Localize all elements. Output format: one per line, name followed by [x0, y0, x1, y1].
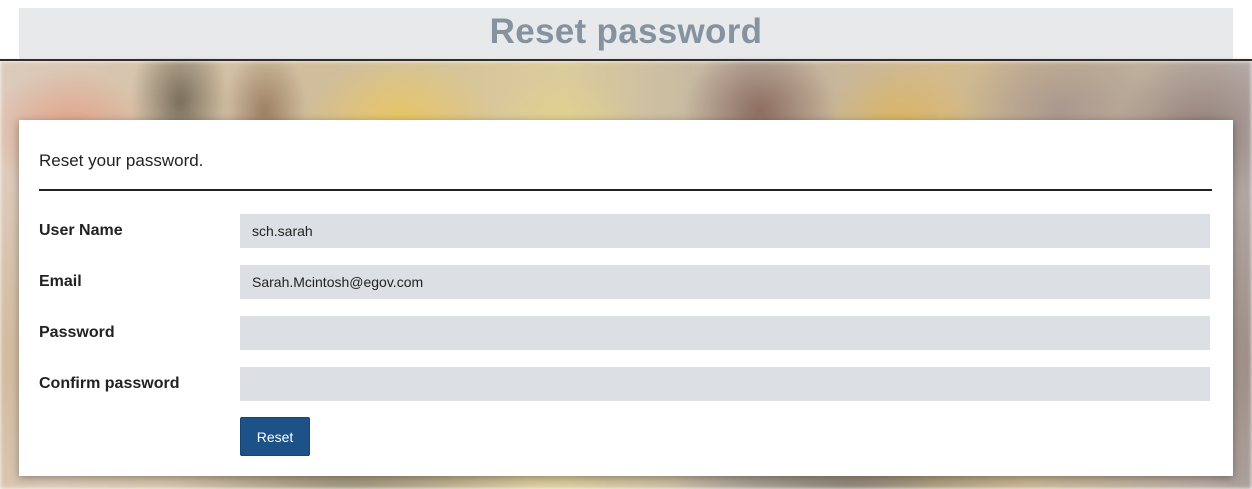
form-divider: [39, 189, 1212, 191]
password-row: Password: [39, 316, 1212, 350]
confirm-password-input[interactable]: [240, 367, 1210, 401]
username-input[interactable]: [240, 214, 1210, 248]
confirm-password-label: Confirm password: [39, 375, 180, 392]
reset-password-page: Reset password Reset your password. User…: [0, 0, 1252, 489]
password-label: Password: [39, 324, 115, 341]
header-divider: [0, 59, 1252, 61]
reset-password-card: Reset your password. User Name Email Pas…: [19, 120, 1233, 476]
confirm-password-row: Confirm password: [39, 367, 1212, 401]
email-row: Email: [39, 265, 1212, 299]
title-bar: Reset password: [19, 8, 1233, 59]
reset-button[interactable]: Reset: [240, 417, 310, 456]
form-heading: Reset your password.: [39, 151, 204, 170]
password-input[interactable]: [240, 316, 1210, 350]
username-label: User Name: [39, 222, 123, 239]
page-title: Reset password: [489, 11, 763, 51]
email-input[interactable]: [240, 265, 1210, 299]
username-row: User Name: [39, 214, 1212, 248]
email-label: Email: [39, 273, 82, 290]
